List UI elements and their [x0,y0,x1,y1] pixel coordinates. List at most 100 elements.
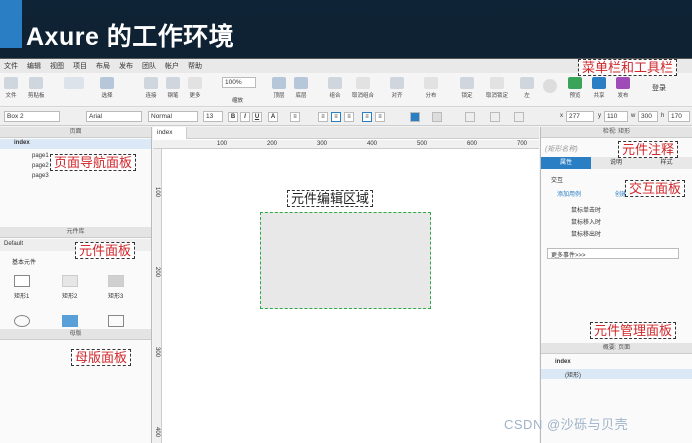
annotation-outline: 元件管理面板 [590,322,677,339]
left-align-icon [520,77,534,89]
shape-name-field[interactable]: Box 2 [4,111,60,122]
height-field[interactable]: 170 [668,111,690,122]
align-center-button[interactable]: ≡ [331,112,341,122]
send-bottom-button[interactable]: 底层 [294,77,308,99]
inspector-header: 检视: 矩形 [541,127,692,138]
outline-root[interactable]: index [555,359,571,365]
cut-copy-group[interactable] [64,77,84,91]
align-right-button[interactable]: ≡ [344,112,354,122]
pen-button[interactable]: 钢笔 [166,77,180,99]
line-style-button[interactable] [514,112,524,122]
annotation-menubar: 菜单栏和工具栏 [578,59,678,76]
tab-notes[interactable]: 说明 [591,157,641,169]
accent-bar [0,0,22,48]
rect-widget[interactable] [14,275,30,287]
layer-bottom-icon [294,77,308,89]
connect-button[interactable]: 连接 [144,77,158,99]
unlock-button[interactable]: 取消锁定 [486,77,508,99]
y-field[interactable]: 110 [604,111,628,122]
width-field[interactable]: 300 [638,111,658,122]
clipboard-button[interactable]: 剪贴板 [28,77,45,99]
page-item[interactable]: page1 [32,153,49,159]
ungroup-button[interactable]: 取消组合 [352,77,374,99]
lock-button[interactable]: 锁定 [460,77,474,99]
menu-publish[interactable]: 发布 [119,61,133,71]
slide-title: Axure 的工作环境 [26,23,235,51]
font-select[interactable]: Arial [86,111,142,122]
shape-name-input[interactable]: (矩形名称) [545,144,578,154]
more-events-select[interactable]: 更多事件>>> [547,248,679,259]
selected-rectangle[interactable] [260,212,431,309]
menu-project[interactable]: 项目 [73,61,87,71]
menu-team[interactable]: 团队 [142,61,156,71]
align-button[interactable]: 对齐 [390,77,404,99]
page-item[interactable]: page3 [32,173,49,179]
more-button[interactable]: 更多 [188,77,202,99]
underline-button[interactable]: U [252,112,262,122]
list-button[interactable]: ≡ [290,112,300,122]
line-color-button[interactable] [465,112,475,122]
left-button[interactable]: 左 [520,77,534,99]
outline-item[interactable]: (矩形) [541,369,692,379]
share-button[interactable]: 共享 [592,77,606,99]
fill-color-button[interactable] [410,112,420,122]
valign-middle-button[interactable]: ≡ [375,112,385,122]
select-button[interactable]: 选择 [100,77,114,99]
ellipse-widget[interactable] [14,315,30,327]
valign-top-button[interactable]: ≡ [362,112,372,122]
tab-index[interactable]: index [153,127,187,139]
cursor-icon [100,77,114,89]
format-toolbar: Box 2 Arial Normal 13 B I U A ≡ ≡ ≡ ≡ ≡ … [0,108,692,126]
play-icon [568,77,582,89]
menu-view[interactable]: 视图 [50,61,64,71]
interaction-section[interactable]: 交互 [551,175,563,184]
group-button[interactable]: 组合 [328,77,342,99]
scissors-icon [64,77,84,89]
preview-button[interactable]: 预览 [568,77,582,99]
menu-file[interactable]: 文件 [4,61,18,71]
style-select[interactable]: Normal [148,111,198,122]
distribute-button[interactable]: 分布 [424,77,438,99]
placeholder-widget[interactable] [108,315,124,327]
annotation-interaction: 交互面板 [625,180,686,197]
layer-top-icon [272,77,286,89]
login-button[interactable]: 登录 [652,83,666,93]
page-item[interactable]: page2 [32,163,49,169]
event-item[interactable]: 鼠标移出时 [571,229,601,238]
rect-widget[interactable] [62,275,78,287]
add-case-link[interactable]: 添加用例 [557,189,581,198]
italic-button[interactable]: I [240,112,250,122]
horizontal-ruler: 100 200 300 400 500 600 700 [153,140,539,149]
font-size-select[interactable]: 13 [203,111,223,122]
connector-icon [144,77,158,89]
expand-button[interactable] [543,79,557,95]
page-root[interactable]: index [0,139,151,149]
font-color-button[interactable]: A [268,112,278,122]
image-widget[interactable] [62,315,78,327]
x-field[interactable]: 277 [566,111,594,122]
line-width-button[interactable] [490,112,500,122]
event-item[interactable]: 鼠标单击时 [571,205,601,214]
rect-widget[interactable] [108,275,124,287]
tab-style[interactable]: 样式 [641,157,692,169]
masters-panel-header: 母版 [0,329,151,340]
file-button[interactable]: 文件 [4,77,18,99]
zoom-select[interactable]: 100% [222,77,256,88]
align-left-button[interactable]: ≡ [318,112,328,122]
shadow-button[interactable] [432,112,442,122]
bold-button[interactable]: B [228,112,238,122]
menu-edit[interactable]: 编辑 [27,61,41,71]
publish-button[interactable]: 发布 [616,77,630,99]
menu-layout[interactable]: 布局 [96,61,110,71]
tab-properties[interactable]: 属性 [541,157,591,169]
vertical-ruler: 100 200 300 400 [153,149,162,443]
double-chevron-icon [543,79,557,93]
event-item[interactable]: 鼠标移入时 [571,217,601,226]
menu-help[interactable]: 帮助 [188,61,202,71]
cloud-icon [592,77,606,89]
bring-top-button[interactable]: 顶层 [272,77,286,99]
menu-account[interactable]: 帐户 [165,61,179,71]
pages-panel-header: 页面 [0,127,151,138]
file-icon [4,77,18,89]
canvas-tabs: index [153,127,539,139]
